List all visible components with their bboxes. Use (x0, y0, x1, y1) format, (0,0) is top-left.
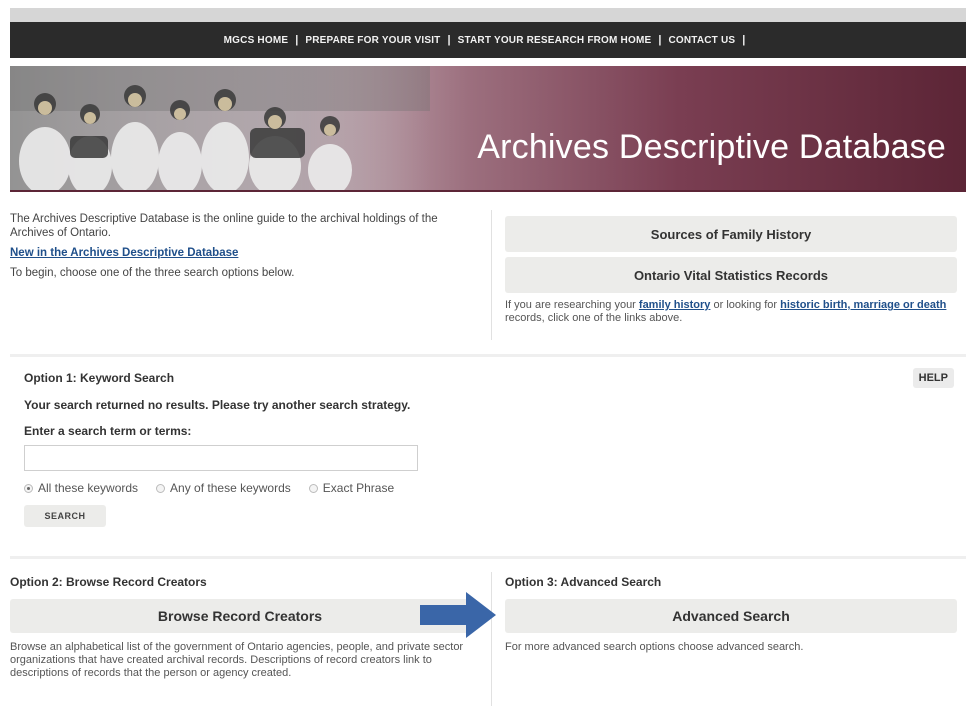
banner: Archives Descriptive Database (10, 66, 966, 192)
intro-description: The Archives Descriptive Database is the… (10, 213, 438, 239)
note-text: or looking for (710, 299, 781, 311)
keyword-search-section: Option 1: Keyword Search HELP Your searc… (24, 368, 954, 527)
nav-separator: | (742, 34, 746, 46)
note-text: records, click one of the links above. (505, 312, 683, 324)
nav-separator: | (447, 34, 451, 46)
new-in-database-link[interactable]: New in the Archives Descriptive Database (10, 247, 238, 259)
radio-all-keywords[interactable]: All these keywords (24, 481, 138, 495)
note-text: If you are researching your (505, 299, 639, 311)
intro-instruction: To begin, choose one of the three search… (10, 267, 295, 279)
browse-creators-section: Option 2: Browse Record Creators Browse … (10, 575, 470, 680)
radio-label: Any of these keywords (170, 481, 291, 495)
nav-separator: | (295, 34, 299, 46)
family-history-link[interactable]: family history (639, 299, 711, 311)
help-button[interactable]: HELP (912, 368, 954, 388)
radio-unselected-icon (156, 483, 166, 493)
option2-title: Option 2: Browse Record Creators (10, 575, 207, 589)
column-divider (491, 210, 492, 340)
radio-selected-icon (24, 483, 33, 493)
nav-contact-us[interactable]: CONTACT US (668, 35, 735, 46)
search-mode-radios: All these keywords Any of these keywords… (24, 481, 954, 495)
banner-title: Archives Descriptive Database (477, 128, 946, 166)
top-nav: MGCS HOME | PREPARE FOR YOUR VISIT | STA… (10, 22, 966, 58)
intro-section: The Archives Descriptive Database is the… (10, 212, 480, 286)
advanced-search-button[interactable]: Advanced Search (505, 599, 957, 633)
top-strip (10, 8, 966, 22)
radio-any-keywords[interactable]: Any of these keywords (156, 481, 291, 495)
no-results-message: Your search returned no results. Please … (24, 398, 411, 412)
arrow-right-icon (420, 592, 496, 638)
nav-start-research[interactable]: START YOUR RESEARCH FROM HOME (458, 35, 652, 46)
radio-exact-phrase[interactable]: Exact Phrase (308, 481, 395, 495)
search-term-label: Enter a search term or terms: (24, 424, 192, 438)
nav-mgcs-home[interactable]: MGCS HOME (224, 35, 289, 46)
browse-record-creators-button[interactable]: Browse Record Creators (10, 599, 470, 633)
historic-group-photo (10, 66, 430, 190)
family-history-panel: Sources of Family History Ontario Vital … (505, 216, 957, 325)
historic-records-link[interactable]: historic birth, marriage or death (780, 299, 946, 311)
family-note: If you are researching your family histo… (505, 299, 957, 325)
vital-statistics-button[interactable]: Ontario Vital Statistics Records (505, 257, 957, 293)
section-separator (10, 354, 966, 357)
option3-description: For more advanced search options choose … (505, 641, 804, 653)
sources-family-history-button[interactable]: Sources of Family History (505, 216, 957, 252)
section-separator (10, 556, 966, 559)
radio-label: Exact Phrase (322, 481, 395, 495)
keyword-search-input[interactable] (24, 445, 418, 471)
option1-title: Option 1: Keyword Search (24, 371, 175, 385)
radio-unselected-icon (308, 483, 318, 493)
nav-separator: | (658, 34, 662, 46)
nav-prepare-visit[interactable]: PREPARE FOR YOUR VISIT (305, 35, 440, 46)
radio-label: All these keywords (38, 481, 139, 495)
advanced-search-section: Option 3: Advanced Search Advanced Searc… (505, 575, 957, 654)
option3-title: Option 3: Advanced Search (505, 575, 662, 589)
search-button[interactable]: SEARCH (24, 505, 106, 527)
option2-description: Browse an alphabetical list of the gover… (10, 641, 464, 679)
